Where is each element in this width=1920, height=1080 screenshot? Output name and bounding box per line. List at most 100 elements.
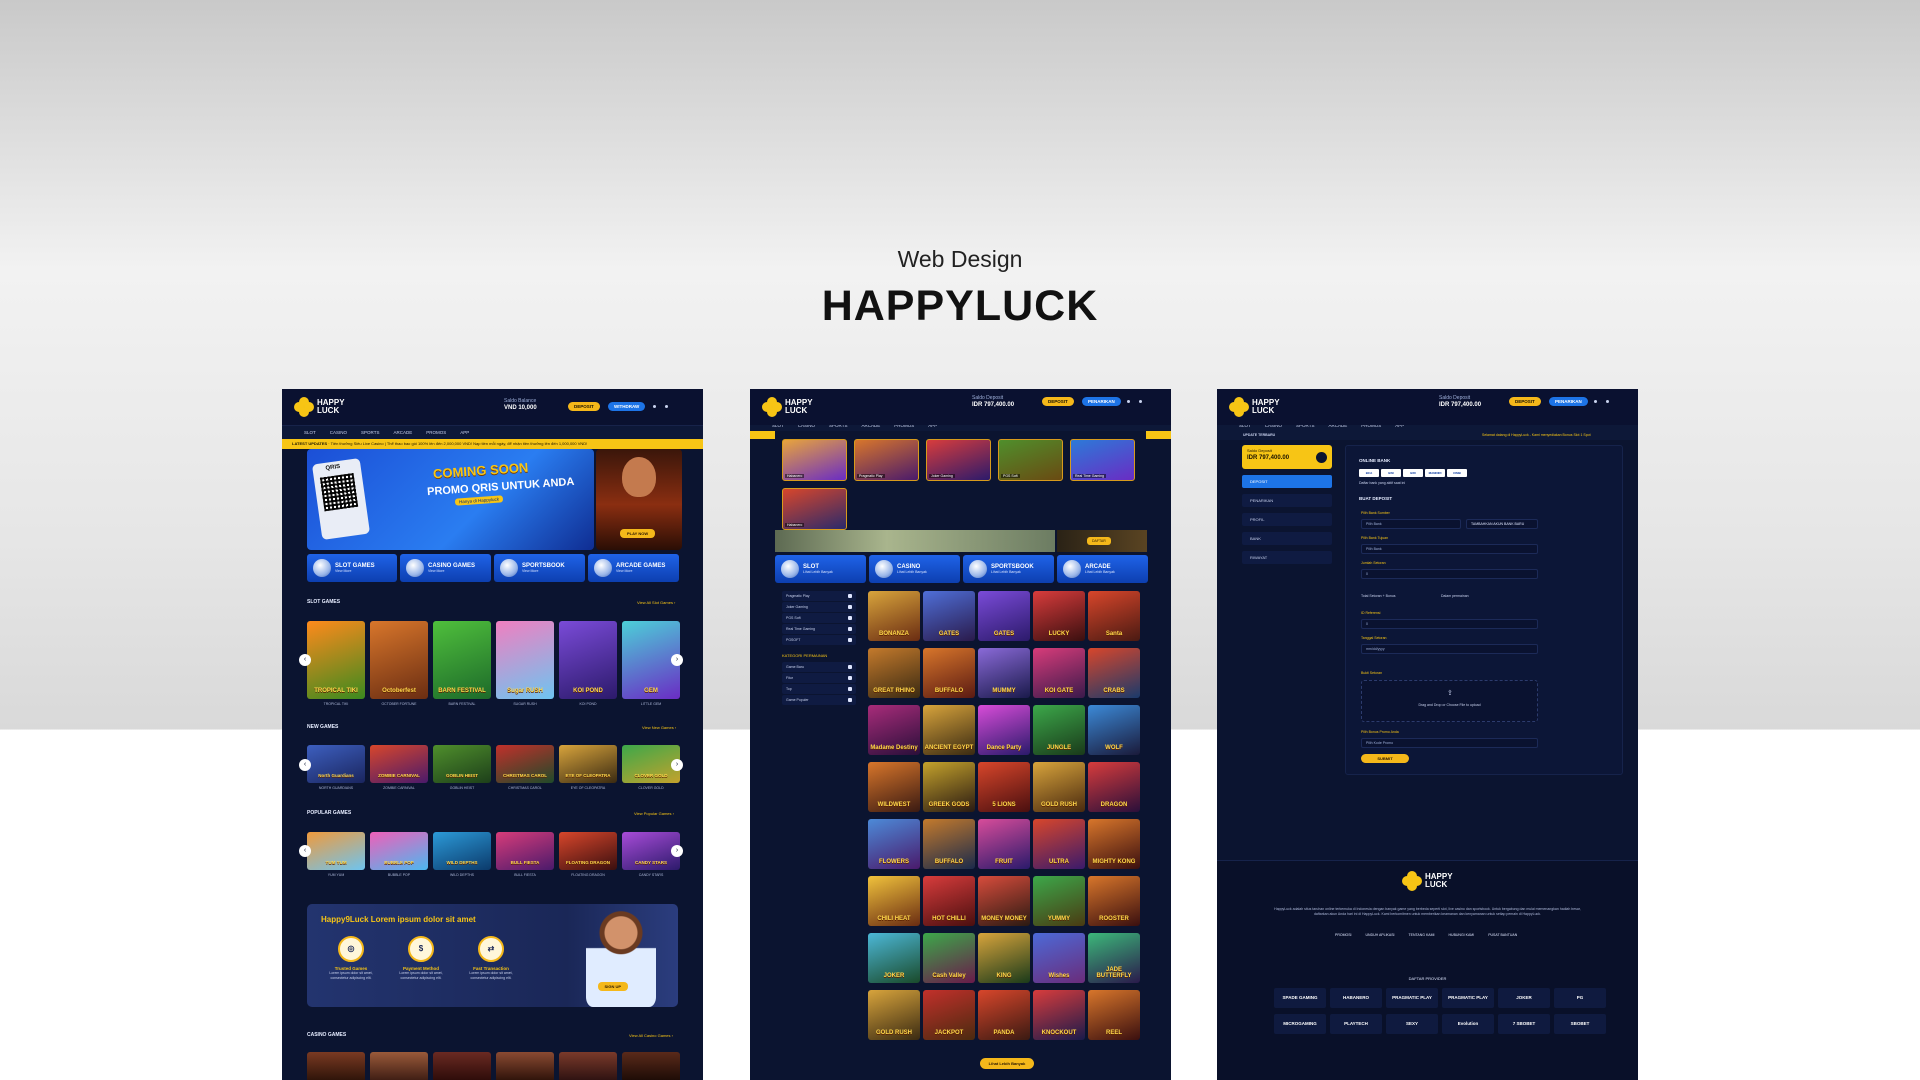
category-arcade-games[interactable]: ARCADE GAMES View More	[588, 554, 679, 582]
nav-sports[interactable]: SPORTS	[361, 430, 379, 435]
scroll-left-arrow[interactable]: ‹	[299, 845, 311, 857]
withdraw-button[interactable]: PENARIKAN	[1082, 397, 1121, 406]
game-card[interactable]: GOBLIN HEIST	[433, 745, 491, 783]
game-card[interactable]: TROPICAL TIKI	[307, 621, 365, 699]
slot-game-card[interactable]: LUCKY	[1033, 591, 1085, 641]
brand-logo[interactable]: HAPPY LUCK	[762, 397, 813, 417]
provider-logo[interactable]: Evolution	[1442, 1014, 1494, 1034]
provider-logo[interactable]: 7 SBOBET	[1498, 1014, 1550, 1034]
provider-logo[interactable]: JOKER	[1498, 988, 1550, 1008]
casino-game-card[interactable]	[370, 1052, 428, 1080]
withdraw-button[interactable]: WITHDRAW	[608, 402, 646, 411]
view-all-slot-link[interactable]: View All Slot Games ›	[637, 600, 675, 605]
scroll-right-arrow[interactable]: ›	[671, 759, 683, 771]
game-card[interactable]: Octoberfest	[370, 621, 428, 699]
provider-logo[interactable]: PRAGMATIC PLAY	[1442, 988, 1494, 1008]
category-slot-games[interactable]: SLOT GAMES View More	[307, 554, 397, 582]
game-card[interactable]: FLOATING DRAGON	[559, 832, 617, 870]
menu-icon[interactable]	[1606, 400, 1609, 403]
scroll-left-arrow[interactable]: ‹	[299, 759, 311, 771]
category-arcade[interactable]: ARCADE Lihat Lebih Banyak	[1057, 555, 1148, 583]
brand-logo[interactable]: HAPPY LUCK	[1229, 397, 1280, 417]
file-upload-dropzone[interactable]: ⇪ Drag and Drop or Choose File to upload	[1361, 680, 1538, 722]
slot-game-card[interactable]: GOLD RUSH	[1033, 762, 1085, 812]
source-bank-select[interactable]: Pilih Bank	[1361, 519, 1461, 529]
category-sportsbook[interactable]: SPORTSBOOK Lihat Lebih Banyak	[963, 555, 1054, 583]
footer-link[interactable]: TENTANG KAMI	[1409, 933, 1435, 937]
notification-icon[interactable]	[1127, 400, 1130, 403]
scroll-left-arrow[interactable]: ‹	[299, 654, 311, 666]
slot-game-card[interactable]: MONEY MONEY	[978, 876, 1030, 926]
slot-game-card[interactable]: BUFFALO	[923, 819, 975, 869]
slot-game-card[interactable]: JACKPOT	[923, 990, 975, 1040]
slot-game-card[interactable]: KNOCKOUT	[1033, 990, 1085, 1040]
deposit-button[interactable]: DEPOSIT	[1042, 397, 1074, 406]
casino-game-card[interactable]	[307, 1052, 365, 1080]
slot-game-card[interactable]: BUFFALO	[923, 648, 975, 698]
amount-input[interactable]: 0	[1361, 569, 1538, 579]
sidebar-item-profile[interactable]: PROFIL	[1242, 513, 1332, 526]
slot-game-card[interactable]: DRAGON	[1088, 762, 1140, 812]
provider-logo[interactable]: PRAGMATIC PLAY	[1386, 988, 1438, 1008]
slot-game-card[interactable]: ROOSTER	[1088, 876, 1140, 926]
filter-category-option[interactable]: Game Baru	[782, 662, 856, 672]
game-card[interactable]: YUM YUM	[307, 832, 365, 870]
footer-link[interactable]: UNDUH APLIKASI	[1366, 933, 1395, 937]
slot-game-card[interactable]: FLOWERS	[868, 819, 920, 869]
slot-game-card[interactable]: ANCIENT EGYPT	[923, 705, 975, 755]
sidebar-item-bank[interactable]: BANK	[1242, 532, 1332, 545]
casino-game-card[interactable]	[433, 1052, 491, 1080]
load-more-button[interactable]: Lihat Lebih Banyak	[980, 1058, 1034, 1069]
slot-game-card[interactable]: Santa	[1088, 591, 1140, 641]
nav-casino[interactable]: CASINO	[330, 430, 347, 435]
filter-provider-option[interactable]: Real Time Gaming	[782, 624, 856, 634]
slot-game-card[interactable]: Wishes	[1033, 933, 1085, 983]
footer-link[interactable]: PROMOSI	[1335, 933, 1352, 937]
notification-icon[interactable]	[1594, 400, 1597, 403]
view-all-casino-link[interactable]: View All Casino Games ›	[629, 1033, 673, 1038]
filter-category-option[interactable]: Fitur	[782, 673, 856, 683]
filter-category-option[interactable]: Game Populer	[782, 695, 856, 705]
add-bank-button[interactable]: TAMBAHKAN AKUN BANK BARU	[1466, 519, 1538, 529]
game-card[interactable]: BUBBLE POP	[370, 832, 428, 870]
slot-game-card[interactable]: PANDA	[978, 990, 1030, 1040]
hero-banner[interactable]: QRIS COMING SOON PROMO QRIS UNTUK ANDA H…	[307, 449, 594, 550]
brand-logo[interactable]: HAPPY LUCK	[294, 397, 345, 417]
view-new-games-link[interactable]: View New Games ›	[642, 725, 676, 730]
slot-game-card[interactable]: GREEK GODS	[923, 762, 975, 812]
scroll-right-arrow[interactable]: ›	[671, 845, 683, 857]
slot-game-card[interactable]: BONANZA	[868, 591, 920, 641]
slot-game-card[interactable]: MIGHTY KONG	[1088, 819, 1140, 869]
game-card[interactable]: ZOMBIE CARNIVAL	[370, 745, 428, 783]
slot-game-card[interactable]: FRUIT	[978, 819, 1030, 869]
scroll-right-arrow[interactable]: ›	[671, 654, 683, 666]
game-card[interactable]: EYE OF CLEOPATRA	[559, 745, 617, 783]
slot-game-card[interactable]: Dance Party	[978, 705, 1030, 755]
provider-logo[interactable]: HABANERO	[1330, 988, 1382, 1008]
slot-game-card[interactable]: GATES	[923, 591, 975, 641]
nav-app[interactable]: APP	[460, 430, 469, 435]
withdraw-button[interactable]: PENARIKAN	[1549, 397, 1588, 406]
game-card[interactable]: KOI POND	[559, 621, 617, 699]
slot-game-card[interactable]: GREAT RHINO	[868, 648, 920, 698]
date-input[interactable]: mm/dd/yyyy	[1361, 644, 1538, 654]
category-casino-games[interactable]: CASINO GAMES View More	[400, 554, 491, 582]
slot-game-card[interactable]: JOKER	[868, 933, 920, 983]
game-card[interactable]: BARN FESTIVAL	[433, 621, 491, 699]
provider-logo[interactable]: PLAYTECH	[1330, 1014, 1382, 1034]
footer-link[interactable]: PUSAT BANTUAN	[1488, 933, 1517, 937]
provider-thumb-pragmatic[interactable]: Pragmatic Play	[854, 439, 919, 481]
sidebar-item-withdraw[interactable]: PENARIKAN	[1242, 494, 1332, 507]
slot-game-card[interactable]: Madame Destiny	[868, 705, 920, 755]
provider-thumb-joker[interactable]: Joker Gaming	[926, 439, 991, 481]
game-card[interactable]: CHRISTMAS CAROL	[496, 745, 554, 783]
slot-game-card[interactable]: REEL	[1088, 990, 1140, 1040]
casino-game-card[interactable]	[496, 1052, 554, 1080]
provider-logo[interactable]: SBOBET	[1554, 1014, 1606, 1034]
slot-game-card[interactable]: Cash Valley	[923, 933, 975, 983]
casino-game-card[interactable]	[559, 1052, 617, 1080]
provider-thumb-pgs[interactable]: PGS Soft	[998, 439, 1063, 481]
provider-logo[interactable]: PG	[1554, 988, 1606, 1008]
live-casino-banner[interactable]: PLAY NOW	[596, 449, 682, 550]
category-slot[interactable]: SLOT Lihat Lebih Banyak	[775, 555, 866, 583]
